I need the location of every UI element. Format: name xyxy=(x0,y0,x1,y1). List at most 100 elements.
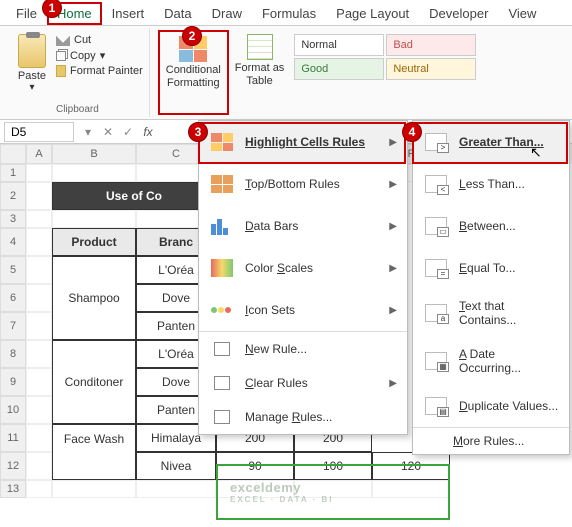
date-occurring-label: Date Occurring... xyxy=(459,347,521,375)
row-10[interactable]: 10 xyxy=(0,396,26,424)
menu-text-contains[interactable]: a Text that Contains... xyxy=(413,289,569,337)
cell-C12[interactable]: Nivea xyxy=(136,452,216,480)
row-7[interactable]: 7 xyxy=(0,312,26,340)
between-label: etween... xyxy=(467,219,516,233)
paste-label: Paste xyxy=(18,70,46,82)
cut-button[interactable]: Cut xyxy=(56,34,143,46)
highlight-cells-label: Highlight Cells Rules xyxy=(245,135,365,149)
more-rules-label: ore Rules... xyxy=(463,434,524,448)
cell-B7[interactable] xyxy=(52,312,136,340)
submenu-arrow-icon: ▶ xyxy=(389,263,397,274)
col-A[interactable]: A xyxy=(26,144,52,164)
group-clipboard: Paste ▾ Cut Copy ▾ Format Painter Clipbo… xyxy=(6,28,150,117)
select-all[interactable] xyxy=(0,144,26,164)
chevron-down-icon[interactable]: ▾ xyxy=(100,49,106,62)
col-B[interactable]: B xyxy=(52,144,136,164)
between-icon: ▭ xyxy=(425,217,447,235)
submenu-arrow-icon: ▶ xyxy=(389,305,397,316)
tab-developer[interactable]: Developer xyxy=(419,2,498,25)
menu-equal-to[interactable]: = Equal To... xyxy=(413,247,569,289)
style-normal[interactable]: Normal xyxy=(294,34,384,56)
copy-label: Copy xyxy=(70,50,96,62)
greater-than-label: Greater Than... xyxy=(459,135,544,149)
row-2[interactable]: 2 xyxy=(0,182,26,210)
color-scales-label: cales xyxy=(285,261,313,275)
row-6[interactable]: 6 xyxy=(0,284,26,312)
tab-data[interactable]: Data xyxy=(154,2,201,25)
style-bad[interactable]: Bad xyxy=(386,34,476,56)
conditional-formatting-label: Conditional Formatting xyxy=(166,64,221,90)
menu-clear-rules[interactable]: Clear Rules ▶ xyxy=(199,366,407,400)
cell-D12[interactable]: 90 xyxy=(216,452,294,480)
row-11[interactable]: 11 xyxy=(0,424,26,452)
clipboard-group-label: Clipboard xyxy=(56,102,99,115)
namebox-dropdown[interactable]: ▾ xyxy=(78,125,98,139)
menu-top-bottom-rules[interactable]: Top/Bottom Rules ▶ xyxy=(199,163,407,205)
cell-B12[interactable] xyxy=(52,452,136,480)
format-painter-button[interactable]: Format Painter xyxy=(56,65,143,77)
cell-B8[interactable] xyxy=(52,340,136,368)
cell-B6[interactable]: Shampoo xyxy=(52,284,136,312)
menu-greater-than[interactable]: > Greater Than... xyxy=(413,121,569,163)
data-bars-label: ata Bars xyxy=(254,219,299,233)
menu-less-than[interactable]: < Less Than... xyxy=(413,163,569,205)
header-product[interactable]: Product xyxy=(52,228,136,256)
chevron-down-icon[interactable]: ▾ xyxy=(29,82,34,93)
menu-manage-rules[interactable]: Manage Rules... xyxy=(199,400,407,434)
row-13[interactable]: 13 xyxy=(0,480,26,498)
copy-button[interactable]: Copy ▾ xyxy=(56,49,143,62)
menu-duplicate-values[interactable]: ▤ Duplicate Values... xyxy=(413,385,569,427)
cut-label: Cut xyxy=(74,34,91,46)
menu-date-occurring[interactable]: ▦ A Date Occurring... xyxy=(413,337,569,385)
style-neutral[interactable]: Neutral xyxy=(386,58,476,80)
menu-icon-sets[interactable]: Icon Sets ▶ xyxy=(199,289,407,331)
paste-button[interactable]: Paste ▾ xyxy=(10,30,54,102)
menu-color-scales[interactable]: Color Scales ▶ xyxy=(199,247,407,289)
row-5[interactable]: 5 xyxy=(0,256,26,284)
submenu-arrow-icon: ▶ xyxy=(389,137,397,148)
menu-data-bars[interactable]: Data Bars ▶ xyxy=(199,205,407,247)
menu-between[interactable]: ▭ Between... xyxy=(413,205,569,247)
fx-button[interactable]: fx xyxy=(138,125,158,139)
cell-E12[interactable]: 100 xyxy=(294,452,372,480)
paste-icon xyxy=(18,34,46,68)
cancel-formula-button[interactable]: ✕ xyxy=(98,125,118,139)
enter-formula-button[interactable]: ✓ xyxy=(118,125,138,139)
tab-insert[interactable]: Insert xyxy=(102,2,155,25)
group-styles-buttons: Conditional Formatting Format as Table N… xyxy=(154,28,485,117)
menu-more-rules[interactable]: More Rules... xyxy=(413,427,569,454)
clear-rules-icon xyxy=(214,376,230,390)
row-3[interactable]: 3 xyxy=(0,210,26,228)
menu-new-rule[interactable]: New Rule... xyxy=(199,331,407,366)
tab-pagelayout[interactable]: Page Layout xyxy=(326,2,419,25)
scissors-icon xyxy=(56,34,70,46)
callout-marker-3: 3 xyxy=(188,122,208,142)
cell-B10[interactable] xyxy=(52,396,136,424)
cell-styles-gallery[interactable]: Normal Bad Good Neutral xyxy=(290,30,480,115)
format-as-table-label: Format as Table xyxy=(235,62,285,88)
row-1[interactable]: 1 xyxy=(0,164,26,182)
title-cell[interactable]: Use of Co xyxy=(52,182,216,210)
highlight-cells-submenu: > Greater Than... < Less Than... ▭ Betwe… xyxy=(412,120,570,455)
cell-B5[interactable] xyxy=(52,256,136,284)
ribbon: Paste ▾ Cut Copy ▾ Format Painter Clipbo… xyxy=(0,26,572,120)
tab-view[interactable]: View xyxy=(498,2,546,25)
format-as-table-button[interactable]: Format as Table xyxy=(229,30,291,115)
less-than-icon: < xyxy=(425,175,447,193)
manage-rules-icon xyxy=(214,410,230,424)
row-8[interactable]: 8 xyxy=(0,340,26,368)
menu-highlight-cells-rules[interactable]: Highlight Cells Rules ▶ xyxy=(199,121,407,163)
new-rule-icon xyxy=(214,342,230,356)
row-4[interactable]: 4 xyxy=(0,228,26,256)
name-box[interactable] xyxy=(4,122,74,142)
format-as-table-icon xyxy=(247,34,273,60)
style-good[interactable]: Good xyxy=(294,58,384,80)
cell-B11[interactable]: Face Wash xyxy=(52,424,136,452)
tab-file[interactable]: File xyxy=(6,2,47,25)
cell-B9[interactable]: Conditoner xyxy=(52,368,136,396)
cell-F12[interactable]: 120 xyxy=(372,452,450,480)
row-12[interactable]: 12 xyxy=(0,452,26,480)
tab-formulas[interactable]: Formulas xyxy=(252,2,326,25)
row-9[interactable]: 9 xyxy=(0,368,26,396)
tab-draw[interactable]: Draw xyxy=(202,2,252,25)
